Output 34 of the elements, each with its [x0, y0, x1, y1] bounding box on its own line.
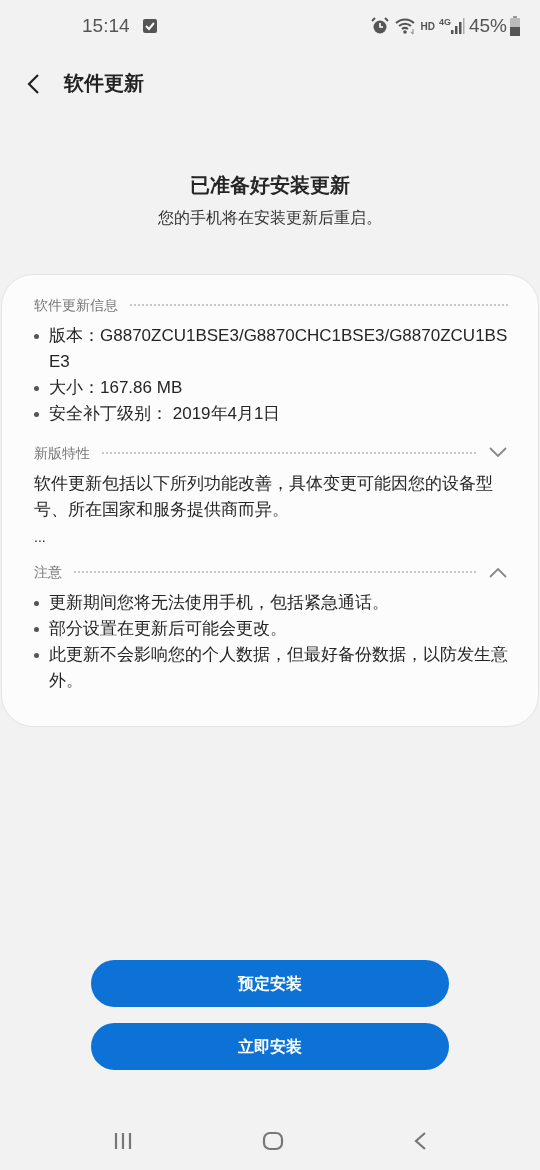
install-now-button[interactable]: 立即安装: [91, 1023, 449, 1070]
bullet-icon: [34, 601, 39, 606]
wifi-icon: [394, 17, 417, 35]
section-title: 注意: [34, 562, 62, 582]
headline-subtitle: 您的手机将在安装更新后重启。: [157, 208, 383, 228]
battery-icon: [510, 16, 520, 36]
section-title: 软件更新信息: [34, 295, 118, 315]
page-title: 软件更新: [64, 71, 144, 96]
bullet-icon: [34, 653, 39, 658]
bullet-icon: [34, 412, 39, 417]
chevron-icon[interactable]: [488, 566, 508, 578]
list-item-text: 版本：G8870ZCU1BSE3/G8870CHC1BSE3/G8870ZCU1BSE3: [49, 325, 508, 373]
list-item-text: 部分设置在更新后可能会更改。: [49, 618, 287, 640]
chevron-icon[interactable]: [488, 447, 508, 459]
battery-percent: 45%: [468, 13, 507, 38]
status-time: 15:14: [82, 13, 130, 38]
alarm-icon: [370, 17, 389, 35]
signal-icon: [450, 18, 465, 34]
list-item-text: 大小：167.86 MB: [49, 377, 183, 399]
description-text: 软件更新包括以下所列功能改善，具体变更可能因您的设备型号、所在国家和服务提供商而异。: [34, 473, 494, 521]
list-item-text: 此更新不会影响您的个人数据，但最好备份数据，以防发生意外。: [49, 644, 508, 692]
schedule-install-button[interactable]: 预定安装: [91, 960, 449, 1007]
list-item-text: 更新期间您将无法使用手机，包括紧急通话。: [49, 592, 389, 614]
bullet-icon: [34, 627, 39, 632]
back-button[interactable]: [26, 71, 40, 95]
bullet-icon: [34, 386, 39, 391]
bullet-icon: [34, 334, 39, 339]
section-title: 新版特性: [34, 443, 90, 463]
signal-type-label: 4G: [438, 18, 451, 27]
ellipsis-text: ...: [34, 528, 47, 547]
headline-title: 已准备好安装更新: [189, 173, 351, 198]
network-label: HD: [420, 19, 435, 34]
list-item-text: 安全补丁级别： 2019年4月1日: [49, 403, 281, 425]
checklist-icon: [141, 18, 158, 34]
